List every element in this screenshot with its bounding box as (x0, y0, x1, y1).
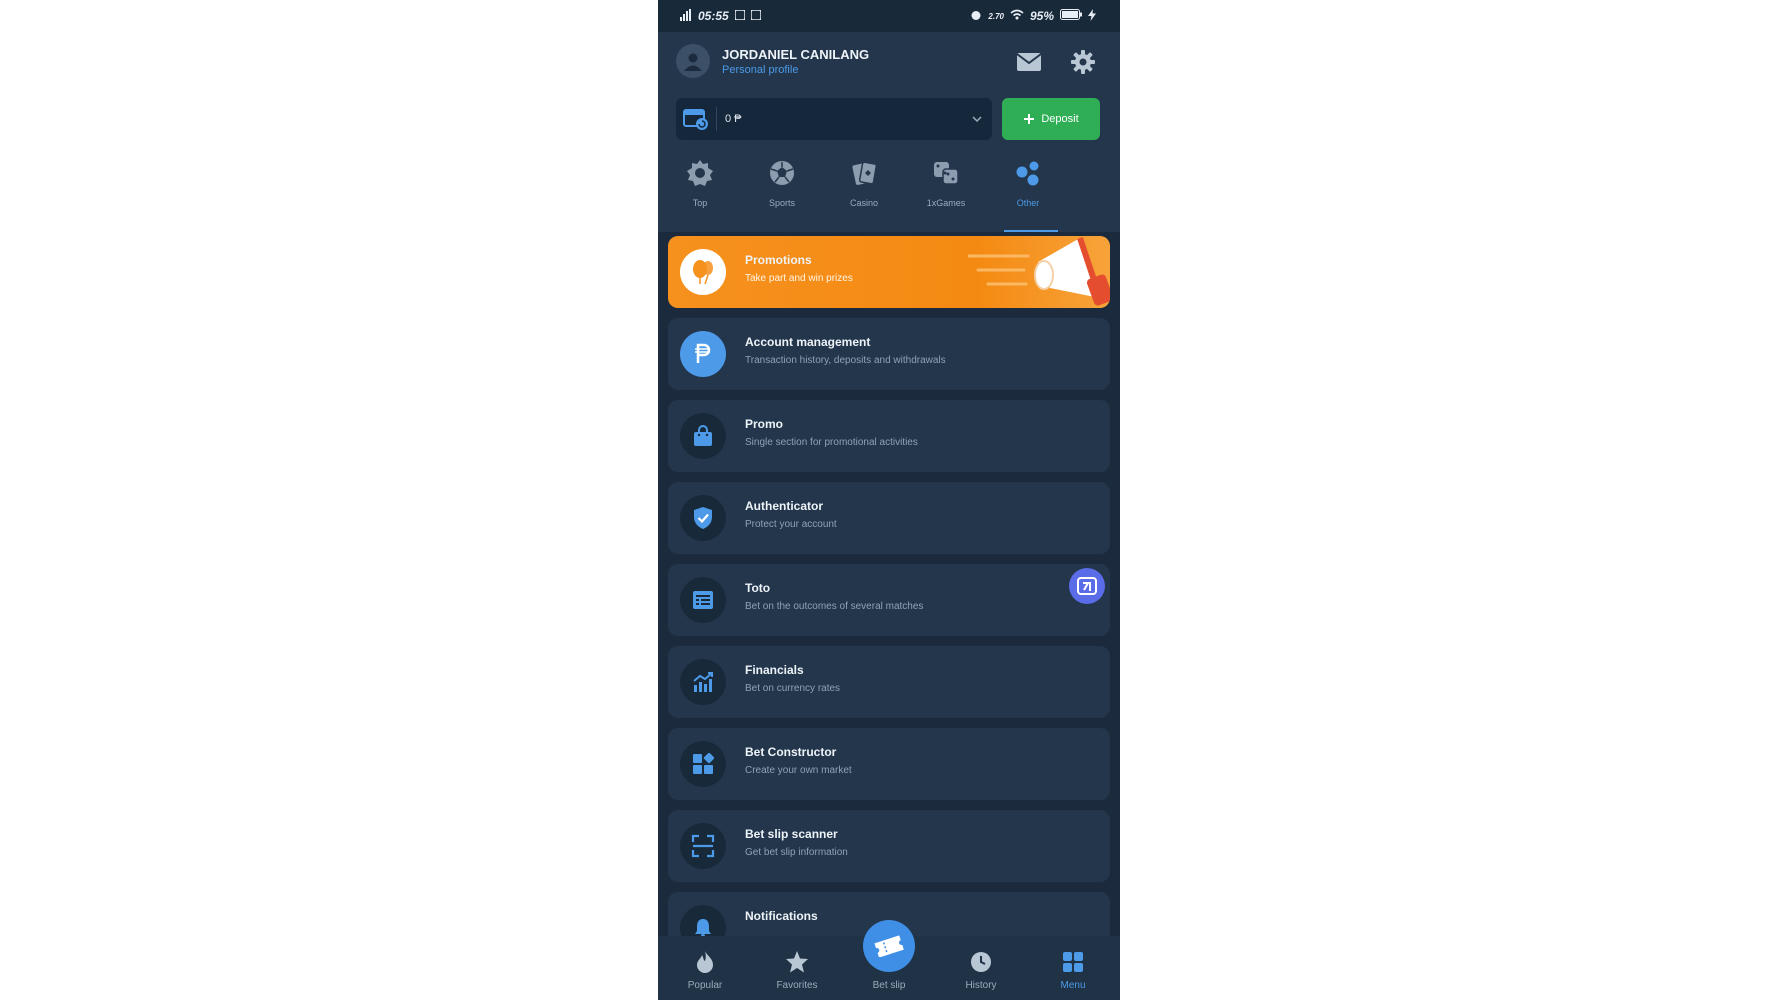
star-icon (785, 950, 809, 974)
translate-icon (1077, 577, 1097, 595)
deposit-label: Deposit (1041, 113, 1079, 125)
status-bar: 05:55 2.70 95% (658, 0, 1120, 32)
menu-item-title: Promo (745, 417, 784, 431)
signal-icon (680, 8, 692, 24)
menu-item-toto[interactable]: Toto Bet on the outcomes of several matc… (668, 564, 1110, 636)
menu-item-promotions[interactable]: Promotions Take part and win prizes (668, 236, 1110, 308)
nav-favorites[interactable]: Favorites (762, 936, 832, 1000)
tab-label: 1xGames (926, 198, 966, 208)
menu-item-subtitle: Single section for promotional activitie… (745, 437, 918, 448)
net-speed: 2.70 (988, 11, 1004, 21)
menu-item-authenticator[interactable]: Authenticator Protect your account (668, 482, 1110, 554)
mail-icon[interactable] (1015, 48, 1043, 76)
tab-1xgames[interactable]: 1xGames (916, 150, 976, 232)
clock-icon (969, 950, 993, 974)
tab-label: Sports (768, 198, 795, 208)
tab-top[interactable]: Top (670, 150, 730, 232)
nav-label: Bet slip (872, 980, 906, 991)
battery-icon (1060, 9, 1082, 23)
menu-item-promo[interactable]: Promo Single section for promotional act… (668, 400, 1110, 472)
avatar[interactable] (676, 44, 710, 78)
menu-item-title: Bet slip scanner (745, 827, 838, 841)
tab-label: Other (1016, 198, 1040, 208)
menu-item-account-management[interactable]: Account management Transaction history, … (668, 318, 1110, 390)
menu-item-bet-constructor[interactable]: Bet Constructor Create your own market (668, 728, 1110, 800)
gear-badge-icon (685, 158, 715, 188)
plus-icon (1024, 114, 1035, 124)
settings-gear-icon[interactable] (1069, 48, 1097, 76)
wifi-icon (1010, 9, 1024, 23)
menu-item-title: Financials (745, 663, 804, 677)
nav-menu[interactable]: Menu (1038, 936, 1108, 1000)
wallet-icon (676, 107, 716, 131)
balance-amount: 0 ₱ (725, 113, 742, 125)
nav-popular[interactable]: Popular (670, 936, 740, 1000)
active-tab-indicator (1004, 230, 1058, 232)
deposit-button[interactable]: Deposit (1002, 98, 1100, 140)
dots-icon (1013, 158, 1043, 188)
menu-item-subtitle: Create your own market (745, 765, 852, 776)
peso-icon (680, 331, 726, 377)
nav-label: History (965, 980, 997, 991)
category-tabs: Top Sports Casino 1xGames Other (658, 150, 1120, 232)
chevron-down-icon[interactable] (962, 116, 992, 122)
tab-casino[interactable]: Casino (834, 150, 894, 232)
charging-icon (1088, 8, 1096, 24)
ticket-icon (874, 935, 904, 957)
chart-up-icon (680, 659, 726, 705)
menu-item-subtitle: Get bet slip information (745, 847, 848, 858)
menu-item-subtitle: Bet on currency rates (745, 683, 841, 694)
menu-item-title: Toto (745, 581, 771, 595)
menu-item-bet-slip-scanner[interactable]: Bet slip scanner Get bet slip informatio… (668, 810, 1110, 882)
notification-icon (733, 9, 746, 23)
menu-item-title: Bet Constructor (745, 745, 837, 759)
nav-label: Popular (687, 980, 723, 991)
alarm-icon (970, 9, 982, 24)
user-icon (684, 53, 702, 71)
menu-item-subtitle: Bet on the outcomes of several matches (745, 601, 924, 612)
status-time: 05:55 (698, 9, 729, 23)
tab-label: Casino (849, 198, 878, 208)
menu-item-title: Promotions (745, 253, 812, 267)
personal-profile-link[interactable]: Personal profile (722, 64, 869, 76)
megaphone-icon (966, 236, 1110, 308)
shopping-bag-icon (680, 413, 726, 459)
header: JORDANIEL CANILANG Personal profile 0 ₱ … (658, 32, 1120, 232)
balloon-icon (680, 249, 726, 295)
scan-icon (680, 823, 726, 869)
menu-item-title: Notifications (745, 909, 818, 923)
profile-block[interactable]: JORDANIEL CANILANG Personal profile (676, 44, 869, 78)
balance-selector[interactable]: 0 ₱ (676, 98, 992, 140)
menu-item-title: Account management (745, 335, 871, 349)
notification-icon (749, 9, 762, 23)
menu-item-subtitle: Protect your account (745, 519, 837, 530)
nav-label: Menu (1060, 980, 1086, 991)
cards-icon (849, 158, 879, 188)
phone-screen: 05:55 2.70 95% JORDANIEL CANILANG Person… (658, 0, 1120, 1000)
menu-item-title: Authenticator (745, 499, 823, 513)
blocks-icon (680, 741, 726, 787)
shield-check-icon (680, 495, 726, 541)
bet-slip-button[interactable] (863, 920, 915, 972)
tab-other[interactable]: Other (998, 150, 1058, 232)
floating-translate-button[interactable] (1069, 568, 1105, 604)
grid-icon (1061, 950, 1085, 974)
menu-item-financials[interactable]: Financials Bet on currency rates (668, 646, 1110, 718)
menu-item-subtitle: Transaction history, deposits and withdr… (745, 355, 946, 366)
nav-history[interactable]: History (946, 936, 1016, 1000)
tab-label: Top (692, 198, 708, 208)
profile-name: JORDANIEL CANILANG (722, 46, 870, 62)
ticket-list-icon (680, 577, 726, 623)
flame-icon (693, 950, 717, 974)
dice-icon (931, 158, 961, 188)
soccer-ball-icon (767, 158, 797, 188)
tab-sports[interactable]: Sports (752, 150, 812, 232)
battery-level: 95% (1029, 9, 1054, 23)
nav-label: Favorites (776, 980, 818, 991)
menu-item-subtitle: Take part and win prizes (745, 273, 853, 284)
